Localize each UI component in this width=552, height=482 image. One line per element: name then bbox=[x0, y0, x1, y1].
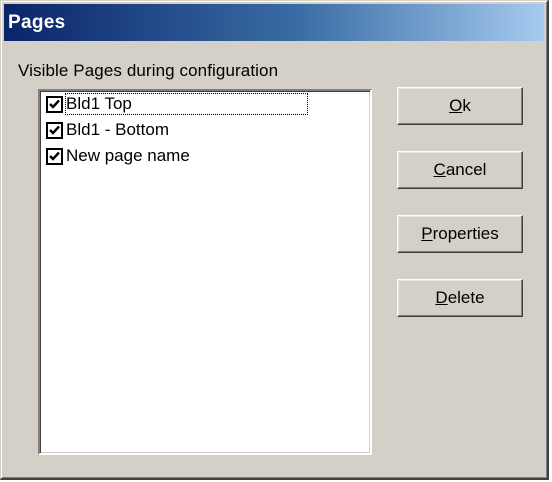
list-item-label: New page name bbox=[66, 146, 190, 165]
properties-label-rest: roperties bbox=[432, 224, 499, 243]
checkbox-checked-icon[interactable] bbox=[46, 121, 63, 139]
dialog-title: Pages bbox=[8, 12, 66, 33]
visible-pages-label: Visible Pages during configuration bbox=[18, 61, 279, 80]
list-item[interactable]: Bld1 - Bottom bbox=[40, 117, 370, 143]
checkbox-checked-icon[interactable] bbox=[46, 95, 63, 113]
delete-label-rest: elete bbox=[447, 288, 485, 307]
cancel-mnemonic: C bbox=[433, 160, 446, 179]
list-item[interactable]: New page name bbox=[40, 143, 370, 169]
cancel-label-rest: ancel bbox=[445, 160, 487, 179]
cancel-button[interactable]: Cancel bbox=[397, 151, 523, 189]
properties-button[interactable]: Properties bbox=[397, 215, 523, 253]
title-bar[interactable]: Pages bbox=[4, 4, 544, 41]
list-item[interactable]: Bld1 Top bbox=[40, 91, 368, 117]
ok-mnemonic: O bbox=[449, 96, 463, 115]
list-item-label: Bld1 - Bottom bbox=[66, 120, 169, 139]
list-item-label: Bld1 Top bbox=[65, 93, 308, 115]
properties-mnemonic: P bbox=[421, 224, 433, 243]
ok-label-rest: k bbox=[462, 96, 471, 115]
pages-dialog: Pages Visible Pages during configuration… bbox=[0, 0, 549, 480]
pages-listbox[interactable]: Bld1 Top Bld1 - Bottom New page name bbox=[38, 89, 372, 455]
delete-button[interactable]: Delete bbox=[397, 279, 523, 317]
checkbox-checked-icon[interactable] bbox=[46, 147, 63, 165]
ok-button[interactable]: Ok bbox=[397, 87, 523, 125]
delete-mnemonic: D bbox=[435, 288, 448, 307]
